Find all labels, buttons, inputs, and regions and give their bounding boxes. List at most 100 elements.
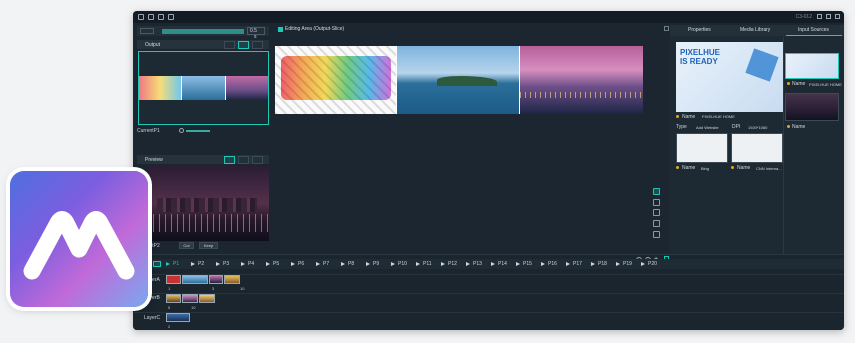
preset-play-icon-12[interactable] <box>441 262 445 266</box>
preset-p7[interactable]: P7 <box>323 261 329 267</box>
layer-tile-city[interactable] <box>520 46 643 114</box>
preset-play-icon-16[interactable] <box>541 262 545 266</box>
source-dot-1 <box>787 82 790 85</box>
preset-p16[interactable]: P16 <box>548 261 557 267</box>
app-window: C3-012 0.5 s Output CurrentP1 Preview Cu… <box>133 11 844 330</box>
clip-b-1[interactable] <box>166 294 181 303</box>
close-icon[interactable] <box>835 14 840 19</box>
input-source-thumb-2[interactable] <box>785 93 839 121</box>
cut-button[interactable]: Cut <box>179 242 194 249</box>
preset-p9[interactable]: P9 <box>373 261 379 267</box>
preset-play-icon-4[interactable] <box>241 262 245 266</box>
preset-p13[interactable]: P13 <box>473 261 482 267</box>
preset-p10[interactable]: P10 <box>398 261 407 267</box>
clip-a-3[interactable] <box>209 275 223 284</box>
layout-icon[interactable] <box>238 41 249 49</box>
open-file-icon[interactable] <box>148 14 154 20</box>
editing-expand-icon[interactable] <box>664 26 669 31</box>
preset-p20[interactable]: P20 <box>648 261 657 267</box>
preset-play-icon-18[interactable] <box>591 262 595 266</box>
preset-p4[interactable]: P4 <box>248 261 254 267</box>
capture-icon[interactable] <box>653 188 660 195</box>
preset-play-icon-15[interactable] <box>516 262 520 266</box>
preset-play-icon-19[interactable] <box>616 262 620 266</box>
preset-play-icon-13[interactable] <box>466 262 470 266</box>
preset-play-icon-3[interactable] <box>216 262 220 266</box>
preset-p1[interactable]: P1 <box>173 261 179 267</box>
preset-p6[interactable]: P6 <box>298 261 304 267</box>
preset-play-icon-7[interactable] <box>316 262 320 266</box>
preview-copy-icon[interactable] <box>252 156 263 164</box>
preset-p18[interactable]: P18 <box>598 261 607 267</box>
preset-p19[interactable]: P19 <box>623 261 632 267</box>
preset-play-icon-14[interactable] <box>491 262 495 266</box>
preset-p15[interactable]: P15 <box>523 261 532 267</box>
target-icon[interactable] <box>653 209 660 216</box>
layer-c-label: LayerC <box>144 315 161 321</box>
print-icon[interactable] <box>168 14 174 20</box>
preset-p8[interactable]: P8 <box>348 261 354 267</box>
editing-area-icon <box>278 27 283 32</box>
status-dot <box>676 115 679 118</box>
preset-p5[interactable]: P5 <box>273 261 279 267</box>
preset-bar <box>133 259 844 269</box>
thumb-bing[interactable] <box>676 133 728 163</box>
editing-canvas[interactable] <box>275 46 643 114</box>
restore-icon[interactable] <box>826 14 831 19</box>
preview-label: Preview <box>145 157 163 163</box>
transition-icon[interactable] <box>140 28 154 34</box>
volume-slider[interactable] <box>186 130 210 132</box>
preset-p17[interactable]: P17 <box>573 261 582 267</box>
keep-button[interactable]: Keep <box>199 242 218 249</box>
clip-c-1[interactable] <box>166 313 190 322</box>
preview-screen-icon[interactable] <box>224 156 235 164</box>
output-monitor[interactable] <box>138 51 269 125</box>
screen-icon[interactable] <box>224 41 235 49</box>
preset-play-icon-10[interactable] <box>391 262 395 266</box>
preview-num-icon[interactable] <box>238 156 249 164</box>
logo-m-icon <box>23 211 135 280</box>
tab-media-library[interactable]: Media Library <box>740 27 770 33</box>
new-file-icon[interactable] <box>138 14 144 20</box>
preset-play-icon-20[interactable] <box>641 262 645 266</box>
copy-icon[interactable] <box>252 41 263 49</box>
clip-a-2[interactable] <box>182 275 208 284</box>
volume-icon[interactable] <box>179 128 184 133</box>
preset-play-icon-11[interactable] <box>416 262 420 266</box>
window-title: C3-012 <box>795 14 812 20</box>
lock-icon[interactable] <box>817 14 822 19</box>
preview-header: Preview <box>137 155 269 164</box>
clip-a-1[interactable] <box>166 275 181 284</box>
tab-properties[interactable]: Properties <box>688 27 711 33</box>
preview-monitor[interactable] <box>147 166 269 241</box>
preset-play-icon-1[interactable] <box>166 262 170 266</box>
clip-b-3[interactable] <box>199 294 215 303</box>
transition-bar[interactable] <box>162 29 244 34</box>
zoom-in-icon[interactable] <box>653 220 660 227</box>
clip-a-4[interactable] <box>224 275 240 284</box>
preset-play-icon-2[interactable] <box>191 262 195 266</box>
camera-icon[interactable] <box>653 199 660 206</box>
input-source-thumb-1[interactable] <box>785 53 839 79</box>
preset-p12[interactable]: P12 <box>448 261 457 267</box>
layer-tile-lake[interactable] <box>397 46 519 114</box>
thumb-cnn[interactable] <box>731 133 783 163</box>
preset-play-icon-9[interactable] <box>366 262 370 266</box>
title-bar: C3-012 <box>133 11 844 23</box>
preset-play-icon-8[interactable] <box>341 262 345 266</box>
transition-control: 0.5 s <box>137 26 269 40</box>
preset-play-icon-5[interactable] <box>266 262 270 266</box>
preset-play-icon-17[interactable] <box>566 262 570 266</box>
tab-input-sources[interactable]: Input Sources <box>798 27 829 33</box>
preset-p2[interactable]: P2 <box>198 261 204 267</box>
layer-tile-music[interactable] <box>275 46 396 114</box>
preset-play-icon-6[interactable] <box>291 262 295 266</box>
preset-p14[interactable]: P14 <box>498 261 507 267</box>
clip-b-2[interactable] <box>182 294 198 303</box>
duration-field[interactable]: 0.5 s <box>247 27 265 40</box>
zoom-out-icon[interactable] <box>653 231 660 238</box>
preset-p3[interactable]: P3 <box>223 261 229 267</box>
layer-toggle-icon[interactable] <box>153 261 161 267</box>
save-icon[interactable] <box>158 14 164 20</box>
preset-p11[interactable]: P11 <box>423 261 432 267</box>
